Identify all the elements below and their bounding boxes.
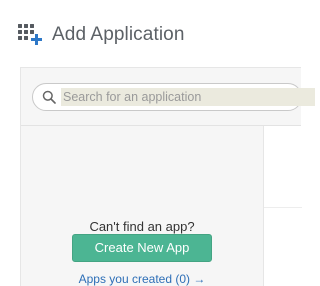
create-new-app-button[interactable]: Create New App <box>72 234 212 262</box>
search-input[interactable] <box>61 88 315 106</box>
app-grid-plus-icon <box>18 24 42 46</box>
divider <box>264 207 302 208</box>
results-column <box>263 126 302 286</box>
empty-state-message: Can't find an app? <box>89 219 195 234</box>
search-icon <box>42 90 56 104</box>
add-application-page: Add Application Can't find an app? Creat… <box>0 0 315 286</box>
application-panel: Can't find an app? Create New App Apps y… <box>20 67 315 286</box>
page-title: Add Application <box>52 24 185 45</box>
empty-state: Can't find an app? Create New App Apps y… <box>21 126 263 286</box>
search-bar <box>21 68 315 126</box>
search-box[interactable] <box>32 83 315 111</box>
page-header: Add Application <box>18 22 185 48</box>
apps-you-created-link[interactable]: Apps you created (0) → <box>21 272 263 286</box>
